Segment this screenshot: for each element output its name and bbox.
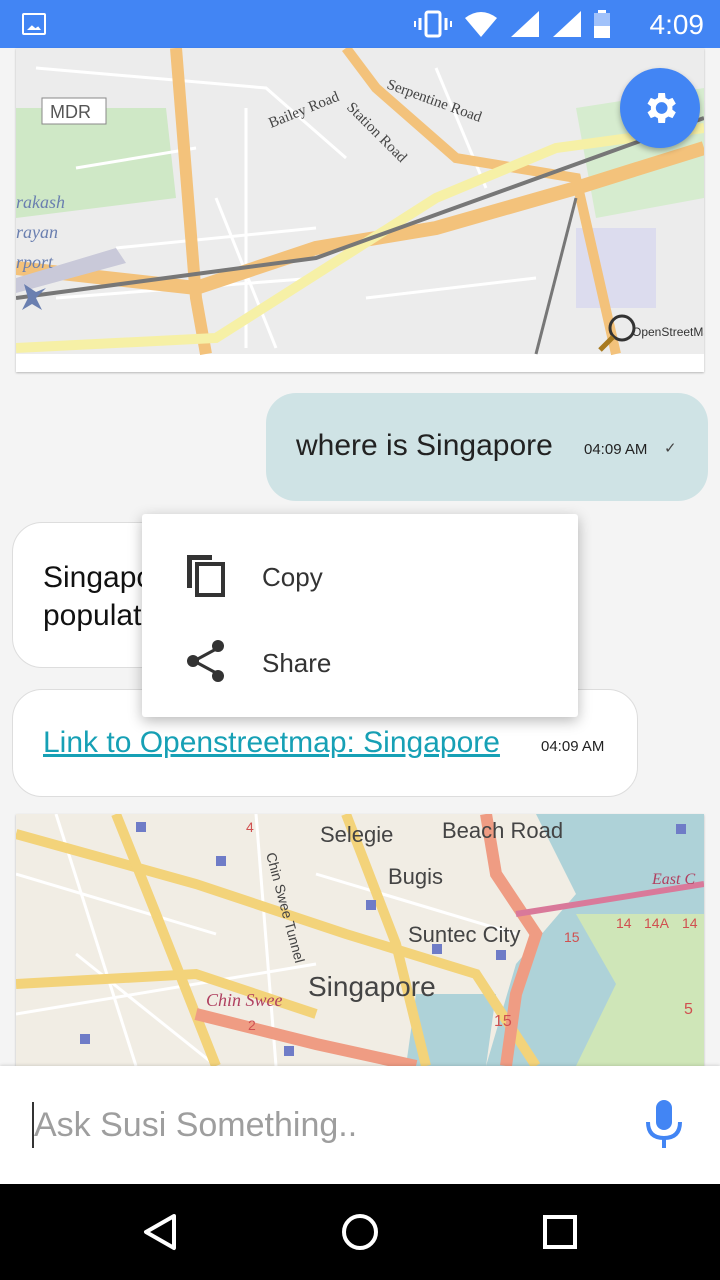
svg-text:rayan: rayan bbox=[16, 222, 58, 242]
signal-icon bbox=[511, 11, 539, 37]
home-icon[interactable] bbox=[336, 1208, 384, 1256]
message-text-line-2: populat bbox=[43, 599, 142, 632]
share-icon bbox=[187, 640, 224, 682]
svg-text:5: 5 bbox=[684, 1001, 693, 1018]
svg-text:15: 15 bbox=[494, 1013, 512, 1030]
status-bar: 4:09 bbox=[0, 0, 720, 48]
system-nav-bar bbox=[0, 1184, 720, 1280]
svg-text:East C: East C bbox=[651, 871, 695, 888]
vibrate-icon bbox=[414, 10, 452, 38]
svg-text:4: 4 bbox=[246, 819, 254, 835]
battery-icon bbox=[594, 10, 610, 38]
menu-item-label: Share bbox=[262, 648, 332, 678]
message-text: where is Singapore bbox=[296, 429, 553, 462]
svg-text:14A: 14A bbox=[644, 915, 670, 931]
svg-text:rakash: rakash bbox=[16, 192, 65, 212]
svg-text:14: 14 bbox=[682, 915, 698, 931]
svg-text:MDR: MDR bbox=[50, 102, 91, 122]
svg-text:Chin Swee: Chin Swee bbox=[206, 990, 283, 1010]
svg-text:14: 14 bbox=[616, 915, 632, 931]
copy-icon bbox=[187, 555, 225, 597]
recents-icon[interactable] bbox=[536, 1208, 584, 1256]
gallery-icon bbox=[22, 13, 46, 35]
svg-text:Patna: Patna bbox=[406, 48, 469, 52]
map-card-top[interactable]: MDR Patna Bailey Road Serpentine Road St… bbox=[16, 48, 704, 372]
message-context-menu: Copy Share bbox=[142, 514, 578, 717]
back-icon[interactable] bbox=[136, 1208, 184, 1256]
svg-text:rport: rport bbox=[16, 252, 54, 272]
map-card-bottom[interactable]: Selegie Beach Road Bugis Suntec City Sin… bbox=[16, 814, 704, 1066]
map-image: MDR Patna Bailey Road Serpentine Road St… bbox=[16, 48, 704, 372]
message-time: 04:09 AM bbox=[541, 738, 605, 755]
gear-icon bbox=[647, 93, 676, 123]
menu-item-label: Copy bbox=[262, 562, 323, 592]
svg-text:2: 2 bbox=[248, 1017, 256, 1033]
menu-item-copy[interactable]: Copy bbox=[142, 532, 578, 618]
message-input[interactable] bbox=[34, 1098, 594, 1152]
message-input-bar bbox=[0, 1066, 720, 1184]
settings-button[interactable] bbox=[620, 68, 700, 148]
user-message-bubble[interactable]: where is Singapore 04:09 AM ✓ bbox=[266, 393, 708, 501]
message-text-line-1: Singapo bbox=[43, 561, 154, 594]
status-time: 4:09 bbox=[649, 9, 705, 40]
openstreetmap-link[interactable]: Link to Openstreetmap: Singapore bbox=[43, 726, 500, 760]
svg-text:Bugis: Bugis bbox=[388, 864, 443, 889]
mic-icon[interactable] bbox=[644, 1098, 684, 1150]
check-icon: ✓ bbox=[664, 440, 677, 457]
map-image: Selegie Beach Road Bugis Suntec City Sin… bbox=[16, 814, 704, 1066]
message-time: 04:09 AM bbox=[584, 441, 648, 458]
wifi-icon bbox=[465, 12, 497, 37]
svg-text:Selegie: Selegie bbox=[320, 822, 393, 847]
svg-text:Singapore: Singapore bbox=[308, 971, 436, 1002]
menu-item-share[interactable]: Share bbox=[142, 618, 578, 704]
svg-text:15: 15 bbox=[564, 929, 580, 945]
svg-text:Beach Road: Beach Road bbox=[442, 818, 563, 843]
signal-icon bbox=[553, 11, 581, 37]
svg-text:Suntec City: Suntec City bbox=[408, 922, 521, 947]
svg-text:OpenStreetMap: OpenStreetMap bbox=[632, 325, 704, 339]
